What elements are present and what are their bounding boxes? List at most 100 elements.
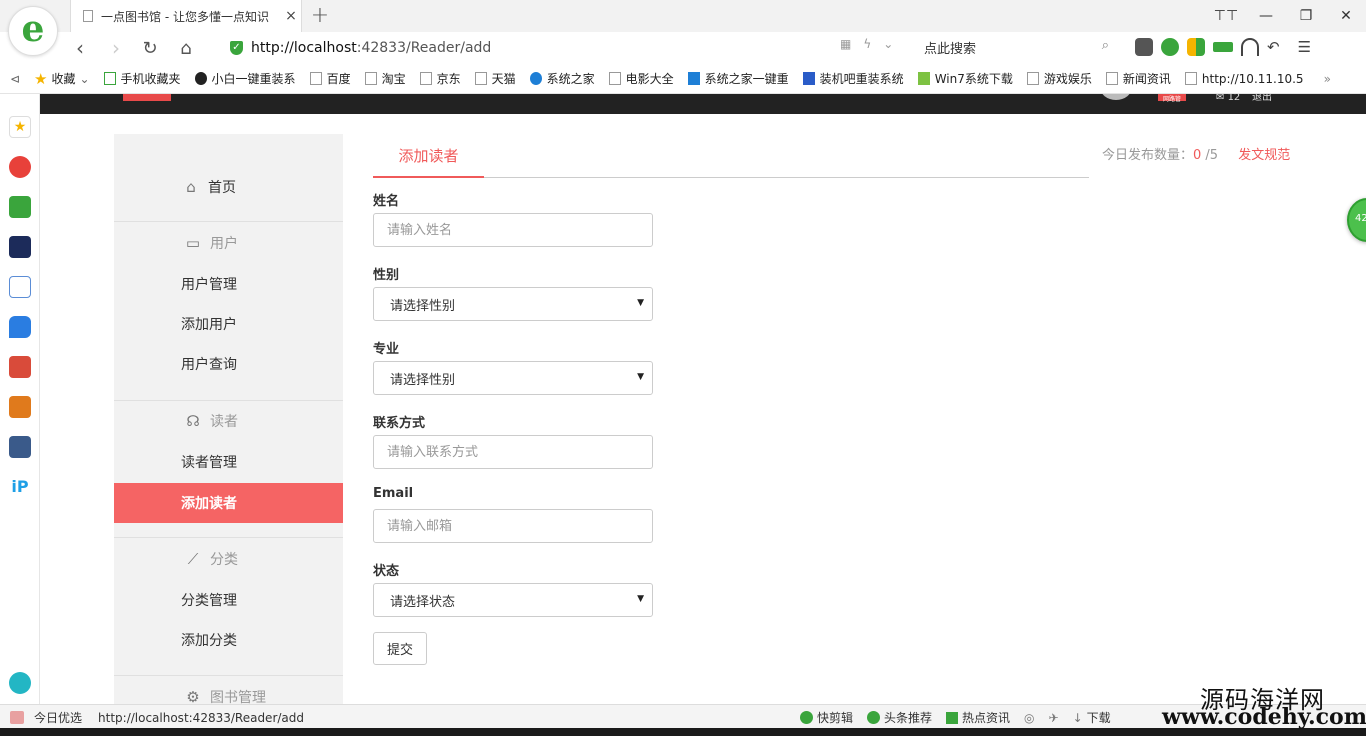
major-select[interactable]: 请选择性别 ▼	[373, 361, 653, 395]
more-bookmarks-icon[interactable]: »	[1324, 72, 1331, 86]
download-button[interactable]: ↓ 下载	[1073, 709, 1111, 726]
lightning-icon[interactable]: ϟ	[863, 37, 871, 51]
bookmark-item[interactable]: 百度	[309, 70, 351, 87]
minimize-button[interactable]: —	[1246, 0, 1286, 32]
gender-select[interactable]: 请选择性别 ▼	[373, 287, 653, 321]
url-text[interactable]: http://localhost:42833/Reader/add	[251, 40, 491, 56]
browser-tab[interactable]: 一点图书馆 - 让您多懂一点知识 ×	[70, 0, 302, 32]
game-icon[interactable]	[1135, 38, 1153, 56]
hot-news-button[interactable]: 热点资讯	[946, 709, 1010, 726]
back-icon[interactable]: ‹	[68, 36, 92, 60]
menu-group-label: 图书管理	[210, 690, 266, 704]
forward-icon[interactable]: ›	[104, 36, 128, 60]
game-app-icon[interactable]	[9, 396, 31, 418]
logout-link[interactable]: 退出	[1252, 94, 1272, 103]
menu-divider	[114, 537, 343, 538]
star-icon: ★	[34, 69, 48, 88]
add-app-icon[interactable]	[9, 672, 31, 694]
menu-item-category-add[interactable]: 添加分类	[114, 620, 343, 660]
close-window-button[interactable]: ✕	[1326, 0, 1366, 32]
bookmark-item[interactable]: 装机吧重装系统	[802, 70, 904, 87]
bookmark-item[interactable]: 新闻资讯	[1105, 70, 1171, 87]
message-icon[interactable]	[9, 316, 31, 338]
menu-item-user-add[interactable]: 添加用户	[114, 304, 343, 344]
headphones-icon[interactable]	[1241, 38, 1259, 56]
close-tab-icon[interactable]: ×	[281, 8, 301, 24]
pin-icon[interactable]: ✈	[1049, 711, 1059, 725]
bookmark-item[interactable]: Win7系统下载	[917, 70, 1013, 87]
rules-link[interactable]: 发文规范	[1238, 148, 1290, 163]
menu-group-label: 分类	[210, 552, 238, 568]
submit-button[interactable]: 提交	[373, 632, 427, 665]
bookmark-item[interactable]: 天猫	[474, 70, 516, 87]
menu-item-category-manage[interactable]: 分类管理	[114, 580, 343, 620]
mail-icon[interactable]	[9, 196, 31, 218]
qr-code-icon[interactable]: ▦	[840, 37, 851, 51]
browser-logo-icon[interactable]: e	[8, 6, 58, 56]
restore-button[interactable]: ❐	[1286, 0, 1326, 32]
menu-item-user-manage[interactable]: 用户管理	[114, 264, 343, 304]
favorites-star-icon[interactable]: ★	[9, 116, 31, 138]
menu-group-category[interactable]: ⟋ 分类	[114, 539, 343, 579]
refresh-icon[interactable]: ↻	[138, 36, 162, 60]
avatar[interactable]	[1100, 94, 1132, 100]
home-icon[interactable]: ⌂	[174, 36, 198, 60]
message-count[interactable]: ✉ 12	[1216, 94, 1240, 103]
bookmark-item[interactable]: 系统之家一键重	[687, 70, 789, 87]
apps-icon[interactable]	[1187, 38, 1205, 56]
collapse-sidebar-icon[interactable]: ⊲	[10, 72, 34, 86]
bookmark-item[interactable]: 手机收藏夹	[103, 70, 181, 87]
dropdown-caret-icon: ▼	[637, 298, 644, 308]
news-app-icon[interactable]	[9, 236, 31, 258]
battery-icon[interactable]	[1213, 42, 1233, 52]
phone-icon	[103, 72, 116, 85]
menu-icon[interactable]: ☰	[1298, 38, 1311, 56]
home-icon: ⌂	[186, 178, 196, 196]
quick-clip-button[interactable]: 快剪辑	[800, 709, 853, 726]
game-app-icon[interactable]	[9, 356, 31, 378]
name-field[interactable]	[373, 213, 653, 247]
headline-button[interactable]: 头条推荐	[867, 709, 932, 726]
gift-icon[interactable]	[10, 711, 24, 724]
bookmark-item[interactable]: 淘宝	[364, 70, 406, 87]
status-select[interactable]: 请选择状态 ▼	[373, 583, 653, 617]
new-tab-button[interactable]: +	[308, 3, 332, 28]
email-field[interactable]	[373, 509, 653, 543]
clean-icon[interactable]: ◎	[1024, 711, 1034, 725]
skin-icon[interactable]: ⊤⊤	[1206, 0, 1246, 32]
chat-icon[interactable]	[1161, 38, 1179, 56]
bookmark-item[interactable]: 京东	[419, 70, 461, 87]
document-icon[interactable]	[9, 276, 31, 298]
search-icon[interactable]: ⌕	[1102, 38, 1109, 53]
search-input[interactable]: 点此搜索 ⌕	[924, 38, 1109, 58]
role-badge: 网路管	[1158, 94, 1187, 103]
menu-item-reader-manage[interactable]: 读者管理	[114, 442, 343, 482]
game-app-icon[interactable]	[9, 436, 31, 458]
form-tabs: 添加读者	[373, 134, 1089, 178]
bookmark-favorites[interactable]: ★ 收藏 ⌄	[34, 70, 90, 88]
menu-group-reader[interactable]: ☊ 读者	[114, 401, 343, 441]
menu-divider	[114, 221, 343, 222]
menu-item-user-query[interactable]: 用户查询	[114, 344, 343, 384]
bookmark-item[interactable]: 小白一键重装系	[194, 70, 296, 87]
contact-field[interactable]	[373, 435, 653, 469]
bookmark-item[interactable]: http://10.11.10.5	[1184, 72, 1304, 86]
site-logo[interactable]	[123, 94, 171, 101]
p-app-icon[interactable]: iP	[9, 476, 31, 498]
daily-picks-link[interactable]: 今日优选	[34, 709, 82, 726]
bookmark-item[interactable]: 游戏娱乐	[1026, 70, 1092, 87]
menu-group-user[interactable]: ▭ 用户	[114, 223, 343, 263]
menu-group-books[interactable]: ⚙ 图书管理	[114, 677, 343, 704]
play-icon	[867, 711, 881, 724]
bookmark-item[interactable]: 电影大全	[608, 70, 674, 87]
menu-group-label: 用户	[210, 236, 238, 252]
undo-icon[interactable]: ↶	[1267, 38, 1280, 56]
bookmark-item[interactable]: 系统之家	[529, 70, 595, 87]
weibo-icon[interactable]	[9, 156, 31, 178]
tab-add-reader[interactable]: 添加读者	[373, 134, 484, 178]
name-label: 姓名	[373, 194, 400, 209]
page-icon	[1105, 72, 1118, 85]
menu-home[interactable]: ⌂ 首页	[114, 167, 343, 207]
chevron-down-icon[interactable]: ⌄	[883, 37, 893, 51]
menu-item-reader-add[interactable]: 添加读者	[114, 483, 343, 523]
